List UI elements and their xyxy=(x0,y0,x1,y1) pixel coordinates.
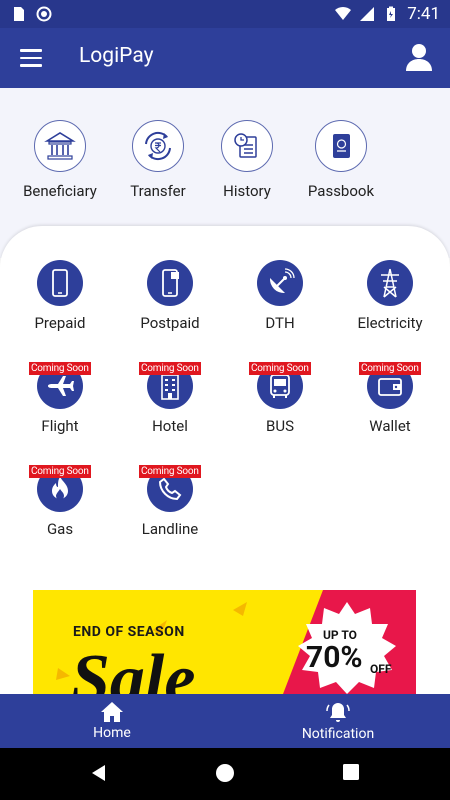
history-icon xyxy=(234,133,257,158)
signal-icon xyxy=(360,7,375,21)
service-hotel[interactable]: Coming Soon Hotel xyxy=(120,362,220,435)
phone-icon xyxy=(158,477,182,501)
bell-icon xyxy=(326,703,350,722)
coming-soon-badge: Coming Soon xyxy=(29,465,91,478)
coming-soon-badge: Coming Soon xyxy=(249,362,311,375)
quick-action-passbook[interactable]: Passbook xyxy=(293,120,389,200)
bottom-nav: Home Notification xyxy=(0,694,450,748)
service-bus[interactable]: Coming Soon BUS xyxy=(230,362,330,435)
mobile-icon xyxy=(52,269,68,297)
status-bar: 7:41 xyxy=(0,0,450,28)
recents-icon[interactable] xyxy=(342,763,360,781)
quick-action-history[interactable]: History xyxy=(199,120,295,200)
service-flight[interactable]: Coming Soon Flight xyxy=(10,362,110,435)
service-electricity[interactable]: Electricity xyxy=(340,260,440,332)
home-icon xyxy=(101,702,123,722)
service-wallet[interactable]: Coming Soon Wallet xyxy=(340,362,440,435)
service-label: DTH xyxy=(265,314,295,332)
service-landline[interactable]: Coming Soon Landline xyxy=(120,465,220,538)
record-icon xyxy=(36,6,52,22)
quick-action-label: Passbook xyxy=(307,182,375,200)
status-time: 7:41 xyxy=(407,4,440,24)
service-label: Wallet xyxy=(369,417,411,435)
banner-off: OFF xyxy=(370,662,392,676)
bus-icon xyxy=(270,374,290,398)
airplane-icon xyxy=(48,376,74,396)
rupee-transfer-icon xyxy=(145,131,171,161)
back-icon[interactable] xyxy=(89,763,109,783)
banner-sale-text: Sale xyxy=(71,641,196,694)
service-label: Electricity xyxy=(357,314,423,332)
service-label: Prepaid xyxy=(34,314,86,332)
discount-badge: UP TO 70% OFF xyxy=(288,600,406,694)
app-title: LogiPay xyxy=(79,44,154,68)
hotel-icon xyxy=(161,374,179,400)
quick-action-beneficiary[interactable]: Beneficiary xyxy=(12,120,108,200)
satellite-dish-icon xyxy=(269,268,295,294)
coming-soon-badge: Coming Soon xyxy=(139,465,201,478)
service-label: Flight xyxy=(41,417,79,435)
bank-icon xyxy=(44,132,76,160)
electric-tower-icon xyxy=(381,268,399,298)
service-prepaid[interactable]: Prepaid xyxy=(10,260,110,332)
service-label: Hotel xyxy=(152,417,188,435)
home-button-icon[interactable] xyxy=(215,763,235,783)
service-label: Postpaid xyxy=(140,314,200,332)
coming-soon-badge: Coming Soon xyxy=(29,362,91,375)
quick-action-transfer[interactable]: Transfer xyxy=(110,120,206,200)
passbook-icon xyxy=(333,134,350,158)
gas-flame-icon xyxy=(52,477,68,500)
coming-soon-badge: Coming Soon xyxy=(139,362,201,375)
service-postpaid[interactable]: Postpaid xyxy=(120,260,220,332)
sd-card-icon xyxy=(14,7,24,21)
banner-heading: END OF SEASON xyxy=(73,624,185,640)
nav-home[interactable]: Home xyxy=(80,694,144,748)
service-gas[interactable]: Coming Soon Gas xyxy=(10,465,110,538)
quick-action-label: Beneficiary xyxy=(23,182,97,200)
service-label: Landline xyxy=(141,520,199,538)
wallet-icon xyxy=(378,378,402,396)
quick-action-label: Transfer xyxy=(130,182,186,200)
nav-notification[interactable]: Notification xyxy=(292,694,384,748)
app-bar: LogiPay xyxy=(0,28,450,88)
wifi-icon xyxy=(335,6,352,21)
mobile-bill-icon xyxy=(162,269,179,297)
battery-icon xyxy=(387,6,396,21)
service-dth[interactable]: DTH xyxy=(230,260,330,332)
banner-percent: 70% xyxy=(306,640,363,675)
service-label: BUS xyxy=(266,417,294,435)
menu-icon[interactable] xyxy=(20,49,42,67)
service-label: Gas xyxy=(46,520,74,538)
nav-label: Home xyxy=(93,725,131,741)
nav-label: Notification xyxy=(301,726,375,742)
coming-soon-badge: Coming Soon xyxy=(359,362,421,375)
system-nav-bar xyxy=(0,748,450,800)
promo-banner[interactable]: END OF SEASON Sale UP TO 70% OFF xyxy=(33,590,416,694)
quick-action-label: History xyxy=(223,182,271,200)
profile-icon[interactable] xyxy=(404,42,434,72)
